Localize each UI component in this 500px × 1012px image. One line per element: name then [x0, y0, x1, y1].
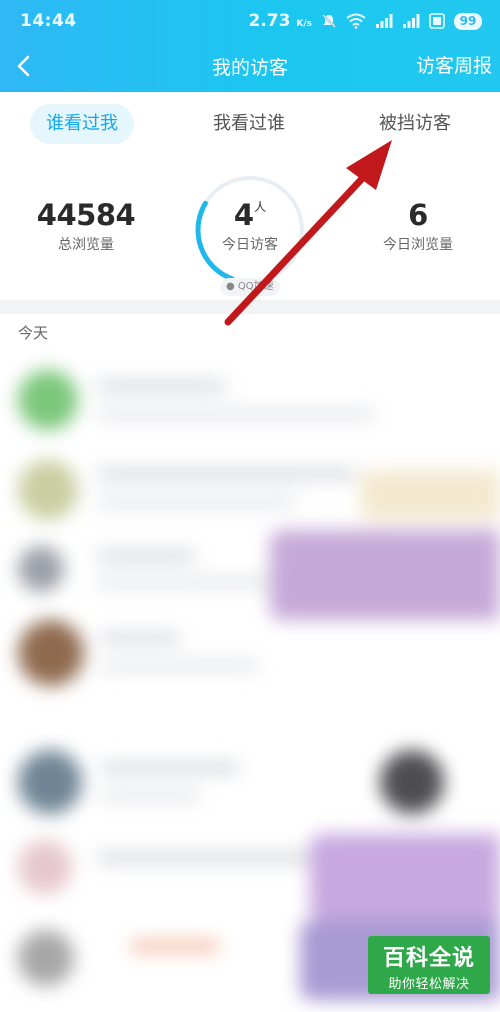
section-divider [0, 300, 500, 314]
battery-icon: 99 [454, 12, 482, 30]
watermark-subtitle: 助你轻松解决 [388, 977, 470, 992]
watermark-title: 百科全说 [382, 946, 475, 971]
total-views-label: 总浏览量 [58, 237, 114, 253]
list-item-title [96, 468, 356, 480]
today-visitors-unit: 人 [254, 200, 267, 214]
list-item-media [310, 834, 500, 920]
avatar [18, 840, 72, 894]
signal-icon [403, 14, 420, 28]
avatar [18, 370, 78, 430]
list-item-title [100, 632, 180, 644]
section-label-today: 今天 [18, 324, 49, 342]
avatar [18, 750, 82, 814]
list-item-subtitle [100, 790, 200, 802]
avatar [380, 750, 444, 814]
status-bar: 14:44 2.73 K/s 99 [0, 0, 500, 44]
list-item-title [96, 550, 196, 562]
today-visitors-label: 今日访客 [222, 237, 278, 253]
visitor-tabs: 谁看过我 我看过谁 被挡访客 [0, 92, 500, 158]
tab-who-viewed-me[interactable]: 谁看过我 [30, 104, 134, 144]
today-views-label: 今日浏览量 [383, 237, 453, 253]
list-item[interactable] [0, 530, 500, 622]
list-item-title [96, 380, 226, 392]
signal-icon [376, 14, 393, 28]
list-item-media [360, 470, 500, 520]
avatar [18, 620, 84, 686]
today-visitors-number: 4人 [192, 198, 308, 232]
today-views-stat[interactable]: 6 今日浏览量 [366, 198, 470, 254]
list-item[interactable] [0, 830, 500, 922]
tab-blocked-visitors[interactable]: 被挡访客 [379, 104, 451, 144]
list-item-subtitle [100, 660, 260, 672]
avatar [18, 460, 78, 520]
total-views-stat[interactable]: 44584 总浏览量 [34, 198, 138, 254]
list-item[interactable] [0, 360, 500, 452]
weekly-report-button[interactable]: 访客周报 [416, 51, 492, 78]
qq-speed-badge[interactable]: ● QQ加速 [220, 278, 280, 296]
total-views-value: 44584 [36, 198, 136, 232]
mute-icon [322, 14, 336, 28]
list-item-subtitle [96, 496, 296, 508]
stats-panel: 44584 总浏览量 4人 今日访客 ● QQ加速 6 今日浏览量 [0, 158, 500, 300]
list-item-title [100, 762, 240, 774]
status-icons: 2.73 K/s 99 [248, 11, 482, 31]
wifi-icon [346, 13, 366, 29]
list-item-subtitle [96, 408, 376, 420]
list-item-title [96, 852, 336, 864]
list-item[interactable] [0, 450, 500, 542]
status-time: 14:44 [20, 11, 77, 31]
today-visitors-center: 4人 今日访客 [192, 198, 308, 254]
visitor-list [0, 350, 500, 1000]
hd-icon [429, 13, 445, 29]
list-item[interactable] [0, 610, 500, 702]
list-item[interactable] [0, 740, 500, 832]
today-views-value: 6 [408, 198, 428, 232]
watermark-logo: 百科全说 助你轻松解决 [368, 936, 490, 994]
list-item-media [270, 530, 500, 620]
avatar [18, 546, 64, 592]
nav-bar: 我的访客 访客周报 [0, 44, 500, 92]
today-visitors-stat[interactable]: 4人 今日访客 ● QQ加速 [192, 172, 308, 296]
tab-who-i-viewed[interactable]: 我看过谁 [213, 104, 285, 144]
today-visitors-value: 4 [233, 198, 255, 232]
avatar [18, 930, 74, 986]
list-item-title [130, 940, 220, 952]
network-speed: 2.73 K/s [248, 11, 313, 31]
